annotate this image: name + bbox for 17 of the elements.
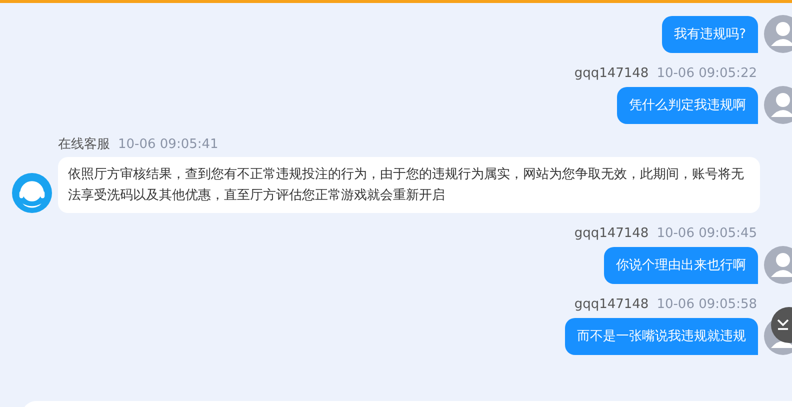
user-avatar-icon — [764, 15, 792, 53]
sender-name: gqq147148 — [574, 225, 649, 243]
user-avatar-icon — [764, 86, 792, 124]
sender-name: gqq147148 — [574, 296, 649, 314]
message-bubble: 你说个理由出来也行啊 — [604, 247, 758, 284]
message-bubble: 凭什么判定我违规啊 — [617, 87, 758, 124]
message-time: 10-06 09:05:41 — [118, 136, 218, 154]
message-bubble: 依照厅方审核结果，查到您有不正常违规投注的行为，由于您的违规行为属实，网站为您争取无效，此期间，账号将无法享受洗码以及其他优惠，直至厅方评估您正常游戏就会重新开启 — [58, 157, 760, 213]
message-time: 10-06 09:05:58 — [656, 296, 757, 314]
user-avatar-icon — [764, 246, 792, 284]
headset-avatar-icon — [12, 173, 52, 213]
message-time: 10-06 09:05:22 — [656, 65, 757, 83]
message-bubble: 我有违规吗? — [662, 16, 758, 53]
message-time: 10-06 09:05:45 — [656, 225, 757, 243]
sender-name: 在线客服 — [58, 136, 110, 154]
message-bubble: 而不是一张嘴说我违规就违规 — [565, 318, 758, 355]
sender-name: gqq147148 — [574, 65, 649, 83]
